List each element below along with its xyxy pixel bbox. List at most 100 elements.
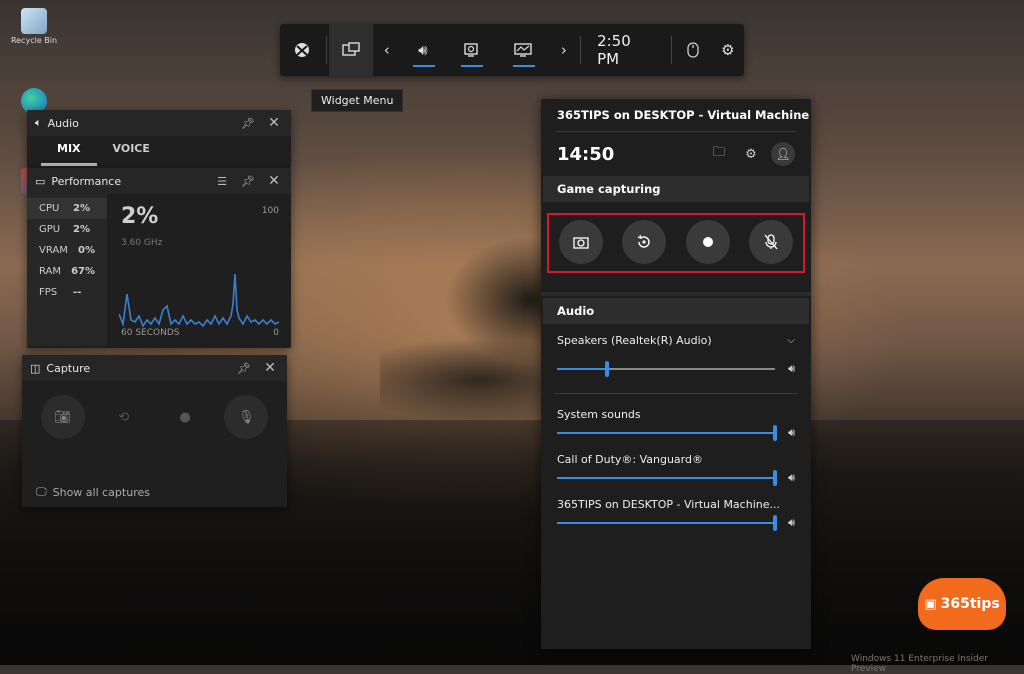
toolbar-divider xyxy=(670,36,672,64)
audio-tabs: MIX VOICE xyxy=(27,136,291,166)
graph-time-label: 60 SECONDS xyxy=(121,328,180,338)
brand-logo-badge: ▣ 365tips xyxy=(918,578,1006,630)
speaker-icon[interactable]: 🔊︎ xyxy=(775,471,795,485)
folder-icon[interactable]: 🗀 xyxy=(707,143,731,165)
capture-icon: ◫ xyxy=(30,361,41,375)
cpu-frequency: 3.60 GHz xyxy=(121,238,163,248)
slider-thumb[interactable] xyxy=(773,470,777,486)
capture-widget: ◫ Capture 📌︎ ✕ 📷︎ ⟲ ● 🎙︎ 🖵︎ Show all cap… xyxy=(22,355,287,507)
stat-key: CPU xyxy=(39,203,60,214)
scroll-right-button[interactable]: › xyxy=(550,24,579,76)
gallery-icon: 🖵︎ xyxy=(36,485,47,498)
app-name: Call of Duty®: Vanguard® xyxy=(557,453,703,466)
scroll-left-button[interactable]: ‹ xyxy=(373,24,402,76)
mixer-item-label: System sounds xyxy=(557,408,795,421)
stat-key: VRAM xyxy=(39,245,68,256)
performance-icon xyxy=(514,43,532,57)
toolbar-divider xyxy=(580,36,582,64)
audio-widget-button[interactable]: 🔊︎ xyxy=(401,24,445,76)
settings-button[interactable]: ⚙ xyxy=(712,24,744,76)
device-volume-slider[interactable]: 🔊︎ xyxy=(557,359,795,379)
mixer-volume-slider[interactable]: 🔊︎ xyxy=(557,468,795,488)
close-icon[interactable]: ✕ xyxy=(261,360,279,376)
mixer-volume-slider[interactable]: 🔊︎ xyxy=(557,423,795,443)
widget-menu-icon xyxy=(341,42,360,56)
cpu-usage-line xyxy=(119,273,280,328)
audio-icon: 🔈︎ xyxy=(35,116,42,129)
office-icon: ▣ xyxy=(924,596,937,612)
device-selector[interactable]: Speakers (Realtek(R) Audio) ⌵ xyxy=(557,334,795,347)
record-icon: ● xyxy=(179,409,191,425)
tab-mix[interactable]: MIX xyxy=(41,136,97,166)
mixer-item: Call of Duty®: Vanguard® 🔊︎ xyxy=(541,453,811,488)
slider-track xyxy=(557,470,777,486)
performance-graph: 2% 3.60 GHz 100 60 SECONDS 0 xyxy=(107,194,291,346)
slider-thumb[interactable] xyxy=(773,425,777,441)
device-name: Speakers (Realtek(R) Audio) xyxy=(557,334,712,347)
record-last-button[interactable]: ⟲ xyxy=(102,395,146,439)
mixer-volume-slider[interactable]: 🔊︎ xyxy=(557,513,795,533)
speaker-icon[interactable]: 🔊︎ xyxy=(775,426,795,440)
cpu-big-value: 2% xyxy=(121,204,159,229)
slider-thumb[interactable] xyxy=(605,361,610,377)
stat-key: GPU xyxy=(39,224,61,235)
stat-key: RAM xyxy=(39,266,62,277)
capture-audio-panel: 365TIPS on DESKTOP - Virtual Machine C..… xyxy=(541,99,811,649)
highlight-box xyxy=(547,213,805,273)
audio-widget-header: 🔈︎ Audio 📌︎ ✕ xyxy=(27,110,291,136)
slider-fill xyxy=(557,432,775,434)
start-recording-button[interactable]: ● xyxy=(163,395,207,439)
capture-buttons: 📷︎ ⟲ ● 🎙︎ xyxy=(22,381,287,453)
slider-track xyxy=(557,361,775,377)
active-indicator xyxy=(460,65,483,67)
audio-icon: 🔊︎ xyxy=(418,41,428,59)
chevron-left-icon: ‹ xyxy=(383,41,390,59)
performance-widget-button[interactable] xyxy=(496,24,549,76)
stat-key: FPS xyxy=(39,287,58,298)
slider-thumb[interactable] xyxy=(773,515,777,531)
speaker-icon[interactable]: 🔊︎ xyxy=(775,362,795,376)
show-all-captures-link[interactable]: 🖵︎ Show all captures xyxy=(36,485,150,499)
recycle-bin-icon xyxy=(21,8,47,34)
screenshot-button[interactable]: 📷︎ xyxy=(40,395,85,439)
stat-row-cpu[interactable]: CPU 2% xyxy=(27,198,107,219)
pin-icon[interactable]: 📌︎ xyxy=(239,117,257,130)
panel-time-row: 14:50 🗀 ⚙ 👤︎ xyxy=(541,132,811,176)
stat-row-ram[interactable]: RAM 67% xyxy=(27,261,107,282)
close-icon[interactable]: ✕ xyxy=(265,173,283,189)
pin-icon[interactable]: 📌︎ xyxy=(239,175,257,188)
stat-row-fps[interactable]: FPS -- xyxy=(27,282,107,303)
stat-row-gpu[interactable]: GPU 2% xyxy=(27,219,107,240)
game-bar-toolbar: ‹ 🔊︎ › 2:50 PM ⚙ xyxy=(280,24,744,76)
camera-icon: 📷︎ xyxy=(54,409,71,425)
desktop-icon-recycle-bin[interactable]: Recycle Bin xyxy=(8,8,60,45)
xbox-button[interactable] xyxy=(280,24,324,76)
performance-body: CPU 2% GPU 2% VRAM 0% RAM 67% FPS -- 2% 3.60 … xyxy=(27,194,291,346)
os-watermark: Windows 11 Enterprise Insider Preview xyxy=(851,654,989,674)
audio-widget-title: Audio xyxy=(47,116,79,130)
avatar[interactable]: 👤︎ xyxy=(771,142,795,166)
mic-off-icon: 🎙︎ xyxy=(238,409,255,425)
mic-toggle-button[interactable]: 🎙︎ xyxy=(224,395,269,439)
mixer-item: 365TIPS on DESKTOP - Virtual Machine... … xyxy=(541,498,811,533)
stat-value: 2% xyxy=(73,224,90,235)
widget-menu-button[interactable] xyxy=(328,24,373,76)
show-all-captures-label: Show all captures xyxy=(52,485,150,499)
widget-menu-tooltip: Widget Menu xyxy=(311,89,404,112)
stat-row-vram[interactable]: VRAM 0% xyxy=(27,240,107,261)
pin-icon[interactable]: 📌︎ xyxy=(235,362,253,375)
tab-voice[interactable]: VOICE xyxy=(97,136,166,166)
slider-track xyxy=(557,515,777,531)
panel-title: 365TIPS on DESKTOP - Virtual Machine C..… xyxy=(557,108,811,122)
stat-value: -- xyxy=(73,287,82,298)
speaker-icon[interactable]: 🔊︎ xyxy=(775,516,795,530)
capture-widget-button[interactable] xyxy=(445,24,496,76)
graph-max-label: 100 xyxy=(261,206,279,216)
toolbar-divider xyxy=(325,36,327,64)
mouse-settings-button[interactable] xyxy=(674,24,712,76)
app-name: 365TIPS on DESKTOP - Virtual Machine... xyxy=(557,498,780,511)
close-icon[interactable]: ✕ xyxy=(265,115,283,131)
settings-icon[interactable]: ⚙ xyxy=(739,147,763,162)
options-icon[interactable]: ☰ xyxy=(213,175,231,188)
app-name: System sounds xyxy=(557,408,641,421)
